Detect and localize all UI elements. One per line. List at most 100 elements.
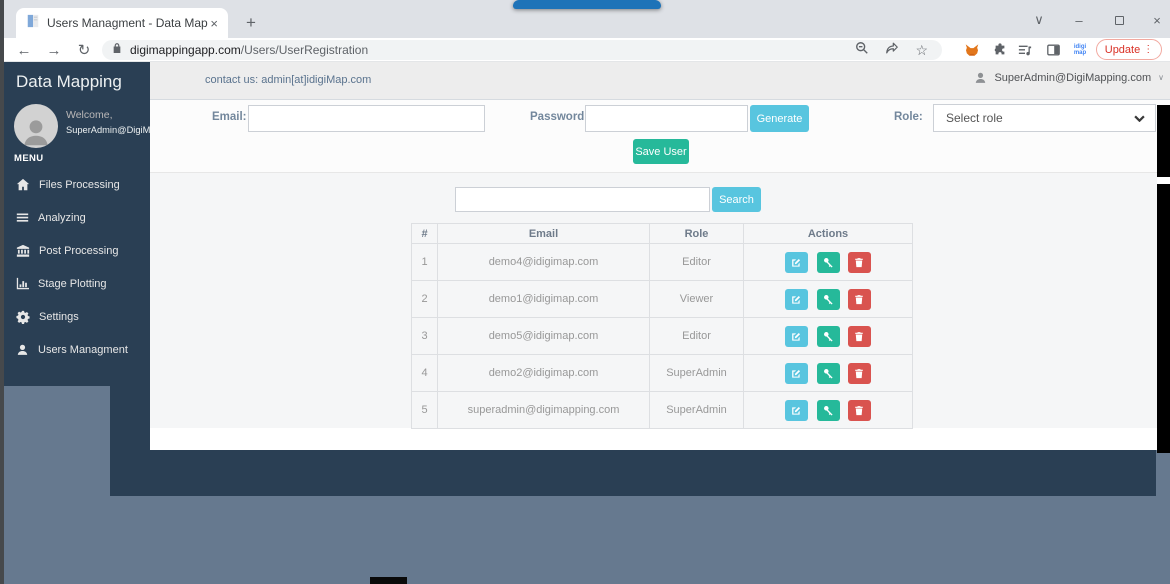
metamask-extension-icon[interactable]: [962, 40, 982, 60]
window-minimize-button[interactable]: –: [1062, 8, 1096, 32]
sidebar-item-settings[interactable]: Settings: [4, 300, 150, 333]
new-tab-button[interactable]: +: [238, 10, 264, 36]
edit-icon: [791, 405, 802, 416]
window-close-button[interactable]: ×: [1140, 8, 1170, 32]
user-icon: [974, 71, 987, 84]
chrome-update-button[interactable]: Update ⋮: [1096, 39, 1162, 60]
role-label: Role:: [894, 111, 923, 123]
search-button[interactable]: Search: [712, 187, 761, 212]
sidebar-item-label: Files Processing: [39, 179, 120, 191]
key-icon: [823, 294, 834, 305]
edit-user-button[interactable]: [785, 289, 808, 310]
edit-icon: [791, 368, 802, 379]
url-text: digimappingapp.com/Users/UserRegistratio…: [130, 43, 368, 57]
reset-password-button[interactable]: [817, 400, 840, 421]
edit-user-button[interactable]: [785, 326, 808, 347]
role-select[interactable]: Select role: [933, 104, 1156, 132]
role-selected-value: Select role: [946, 111, 1003, 125]
window-chevron-button[interactable]: ∨: [1022, 8, 1056, 32]
sidebar-item-label: Stage Plotting: [38, 278, 107, 290]
address-bar[interactable]: digimappingapp.com/Users/UserRegistratio…: [102, 40, 942, 60]
sidebar-item-label: Analyzing: [38, 212, 86, 224]
maximize-icon: [1115, 16, 1124, 25]
chevron-down-icon: [1134, 115, 1145, 122]
sidebar-item-files-processing[interactable]: Files Processing: [4, 168, 150, 201]
idigimap-extension-icon[interactable]: idigimap: [1069, 40, 1091, 60]
search-input[interactable]: [455, 187, 710, 212]
bookmark-star-icon[interactable]: ☆: [915, 42, 928, 59]
cell-num: 2: [412, 281, 438, 318]
edit-user-button[interactable]: [785, 363, 808, 384]
save-user-button[interactable]: Save User: [633, 139, 689, 164]
share-icon[interactable]: [885, 41, 899, 60]
zoom-out-icon[interactable]: [855, 41, 869, 60]
reset-password-button[interactable]: [817, 363, 840, 384]
sidebar-item-analyzing[interactable]: Analyzing: [4, 201, 150, 234]
delete-user-button[interactable]: [848, 363, 871, 384]
cell-role: Editor: [650, 244, 744, 281]
browser-window: Users Managment - Data Mappin × + ∨ – × …: [0, 0, 1170, 584]
bar-chart-icon: [16, 277, 29, 290]
menu-section-label: MENU: [14, 153, 44, 164]
window-left-border: [0, 0, 4, 584]
sidebar-item-stage-plotting[interactable]: Stage Plotting: [4, 267, 150, 300]
refresh-button[interactable]: ↻: [72, 39, 96, 61]
browser-menu-icon[interactable]: ⋮: [1143, 44, 1153, 55]
window-maximize-button[interactable]: [1102, 8, 1136, 32]
back-button[interactable]: ←: [12, 39, 36, 61]
trash-icon: [854, 257, 864, 268]
account-email: SuperAdmin@DigiMapping.com: [994, 72, 1151, 84]
browser-tab[interactable]: Users Managment - Data Mappin ×: [16, 8, 228, 38]
delete-user-button[interactable]: [848, 289, 871, 310]
cell-actions: [744, 318, 913, 355]
key-icon: [823, 405, 834, 416]
email-input[interactable]: [248, 105, 485, 132]
sidebar-item-label: Post Processing: [39, 245, 118, 257]
table-row: 3 demo5@idigimap.com Editor: [412, 318, 913, 355]
delete-user-button[interactable]: [848, 252, 871, 273]
tab-close-icon[interactable]: ×: [208, 16, 220, 31]
cell-role: Editor: [650, 318, 744, 355]
reset-password-button[interactable]: [817, 252, 840, 273]
edit-user-button[interactable]: [785, 252, 808, 273]
password-input[interactable]: [585, 105, 748, 132]
cell-actions: [744, 392, 913, 429]
col-header-role: Role: [650, 224, 744, 244]
col-header-email: Email: [438, 224, 650, 244]
bars-icon: [16, 211, 29, 224]
edit-icon: [791, 331, 802, 342]
table-row: 1 demo4@idigimap.com Editor: [412, 244, 913, 281]
table-row: 5 superadmin@digimapping.com SuperAdmin: [412, 392, 913, 429]
cell-num: 1: [412, 244, 438, 281]
key-icon: [823, 257, 834, 268]
welcome-text: Welcome,: [66, 109, 113, 121]
gear-icon: [16, 310, 30, 324]
edit-user-button[interactable]: [785, 400, 808, 421]
sidebar-menu: Files Processing Analyzing Post Processi…: [4, 168, 150, 366]
delete-user-button[interactable]: [848, 326, 871, 347]
reset-password-button[interactable]: [817, 326, 840, 347]
app-topbar: contact us: admin[at]idigiMap.com SuperA…: [150, 62, 1170, 100]
generate-button[interactable]: Generate: [750, 105, 809, 132]
app-brand: Data Mapping: [16, 72, 122, 92]
chevron-down-icon: ∨: [1158, 73, 1164, 82]
site-favicon-icon: [26, 14, 40, 33]
account-dropdown[interactable]: SuperAdmin@DigiMapping.com ∨: [974, 71, 1164, 84]
main-content: Email: Password: Generate Role: Select r…: [150, 100, 1170, 450]
extensions-puzzle-icon[interactable]: [990, 40, 1010, 60]
delete-user-button[interactable]: [848, 400, 871, 421]
table-header-row: # Email Role Actions: [412, 224, 913, 244]
cell-email: demo4@idigimap.com: [438, 244, 650, 281]
reset-password-button[interactable]: [817, 289, 840, 310]
cell-role: SuperAdmin: [650, 392, 744, 429]
browser-toolbar: ← → ↻ digimappingapp.com/Users/UserRegis…: [0, 38, 1170, 62]
reading-list-icon[interactable]: [1015, 40, 1035, 60]
sidebar-item-users-managment[interactable]: Users Managment: [4, 333, 150, 366]
side-panel-icon[interactable]: [1043, 40, 1063, 60]
cell-email: demo5@idigimap.com: [438, 318, 650, 355]
tab-title: Users Managment - Data Mappin: [47, 16, 208, 30]
cell-email: demo2@idigimap.com: [438, 355, 650, 392]
forward-button[interactable]: →: [42, 39, 66, 61]
sidebar-item-post-processing[interactable]: Post Processing: [4, 234, 150, 267]
cell-email: demo1@idigimap.com: [438, 281, 650, 318]
